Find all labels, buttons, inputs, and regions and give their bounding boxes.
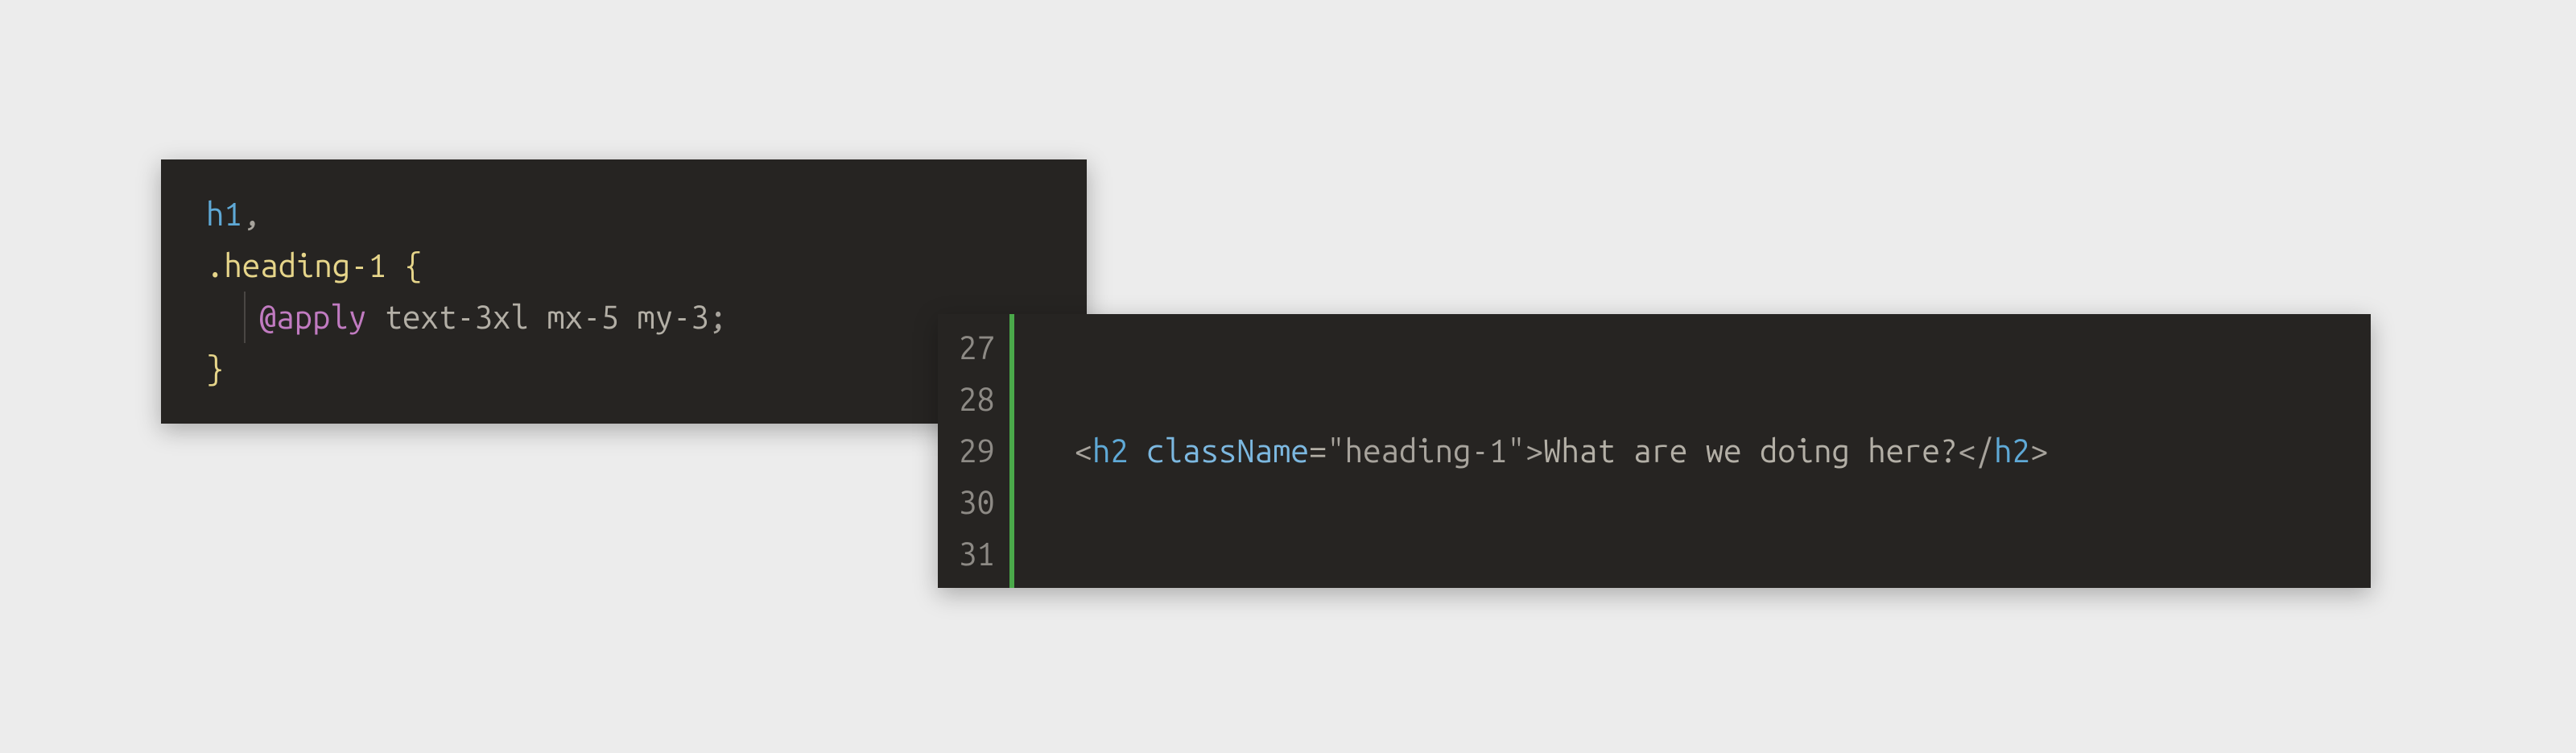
- semicolon-token: ;: [709, 299, 727, 335]
- comma-token: ,: [242, 196, 260, 232]
- line-number: 31: [959, 528, 995, 580]
- indent-guide: @apply text-3xl mx-5 my-3;: [244, 292, 727, 343]
- jsx-attr-name: className: [1146, 432, 1309, 469]
- angle-bracket-token: >: [1525, 432, 1543, 469]
- empty-line: [1038, 477, 2347, 528]
- space: [1129, 432, 1146, 469]
- equals-token: =: [1309, 432, 1327, 469]
- close-brace-token: }: [206, 350, 224, 387]
- utility-values: text-3xl mx-5 my-3: [385, 299, 709, 335]
- line-number: 28: [959, 374, 995, 425]
- jsx-text-content: What are we doing here?: [1543, 432, 1958, 469]
- jsx-tag-name: h2: [1994, 432, 2030, 469]
- jsx-attr-value: heading-1: [1345, 432, 1508, 469]
- code-content: <h2 className="heading-1">What are we do…: [1014, 314, 2371, 588]
- angle-bracket-token: <: [1075, 432, 1092, 469]
- jsx-tag-name: h2: [1092, 432, 1129, 469]
- css-class-selector: .heading-1: [206, 247, 386, 283]
- angle-bracket-token: >: [2030, 432, 2048, 469]
- line-number-gutter: 27 28 29 30 31: [938, 314, 1014, 588]
- line-number: 29: [959, 425, 995, 477]
- angle-bracket-token: </: [1958, 432, 1994, 469]
- line-number: 30: [959, 477, 995, 528]
- quote-token: ": [1507, 432, 1525, 469]
- empty-line: [1038, 528, 2347, 580]
- open-brace-token: {: [404, 247, 422, 283]
- line-number: 27: [959, 322, 995, 374]
- quote-token: ": [1327, 432, 1344, 469]
- code-line: <h2 className="heading-1">What are we do…: [1038, 425, 2347, 477]
- code-line: }: [206, 343, 1050, 395]
- code-line: .heading-1 {: [206, 240, 1050, 292]
- empty-line: [1038, 374, 2347, 425]
- at-rule-token: @apply: [258, 299, 366, 335]
- code-line: h1,: [206, 188, 1050, 240]
- code-line: @apply text-3xl mx-5 my-3;: [206, 292, 1050, 343]
- css-tag-selector: h1: [206, 196, 242, 232]
- space: [366, 299, 384, 335]
- jsx-code-block: 27 28 29 30 31 <h2 className="heading-1"…: [938, 314, 2371, 588]
- empty-line: [1038, 322, 2347, 374]
- space: [386, 247, 404, 283]
